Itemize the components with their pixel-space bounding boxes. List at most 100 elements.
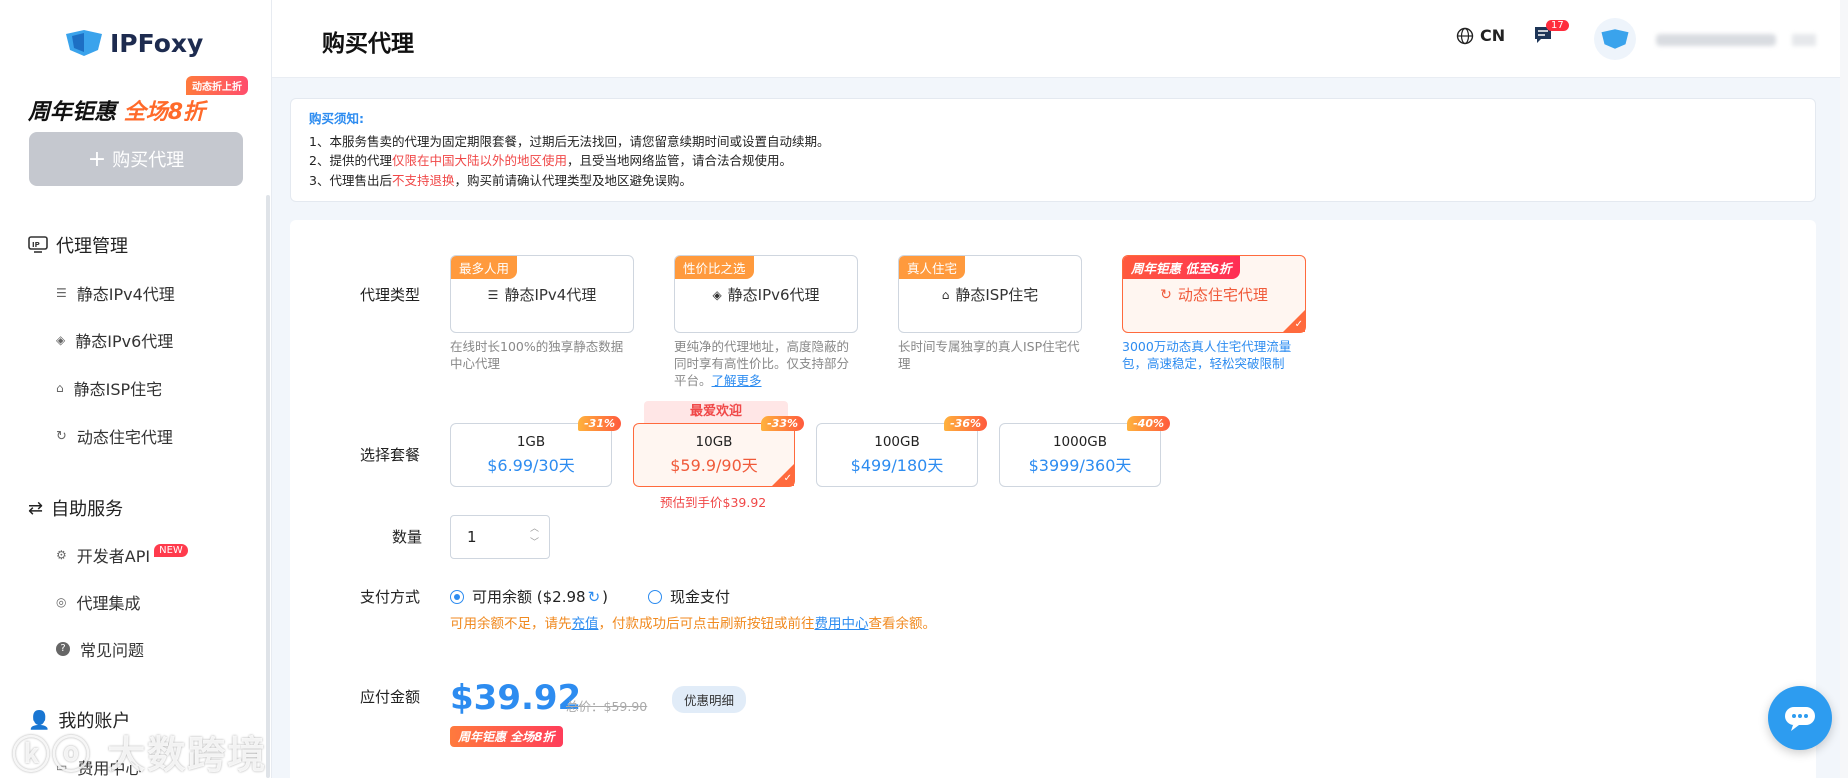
package-size: 1GB (516, 434, 546, 450)
buy-proxy-label: 购买代理 (112, 150, 185, 171)
notice-line-2: 2、提供的代理仅限在中国大陆以外的地区使用，且受当地网络监管，请合法合规使用。 (309, 151, 1797, 171)
pay-balance-radio[interactable]: 可用余额 ($2.98 ↻ ) (450, 586, 608, 607)
question-icon: ? (56, 642, 70, 656)
language-switcher[interactable]: CN (1456, 26, 1505, 45)
type-name: ↻ 动态住宅代理 (1123, 284, 1305, 305)
notice-title: 购买须知: (309, 111, 364, 126)
type-name: ◈ 静态IPv6代理 (675, 284, 857, 305)
api-icon: ⚙ (56, 548, 67, 562)
avatar[interactable] (1594, 18, 1636, 60)
chevron-down-icon[interactable]: ﹀ (530, 536, 539, 550)
sidebar-item-label: 常见问题 (80, 641, 145, 660)
quantity-label: 数量 (392, 528, 423, 546)
sidebar-item-label: 代理集成 (76, 594, 141, 613)
sidebar-item-proxy-integration[interactable]: ◎ 代理集成 (56, 590, 141, 614)
promo-badge: 周年钜惠 全场8折 (450, 726, 563, 747)
package-price: $59.9/90天 (670, 456, 758, 475)
chat-icon (1785, 707, 1815, 731)
svg-text:IP: IP (32, 241, 40, 249)
sidebar-item-dynamic-residential[interactable]: ↻ 动态住宅代理 (56, 424, 173, 448)
quantity-stepper[interactable]: 1 ︿ ﹀ (450, 515, 550, 559)
learn-more-link[interactable]: 了解更多 (712, 373, 762, 388)
package-size: 1000GB (1052, 434, 1108, 450)
nav-group-proxy-management[interactable]: IP 代理管理 (28, 232, 128, 258)
server-icon: ☰ (56, 286, 67, 300)
quantity-value: 1 (467, 528, 477, 546)
radio-checked-icon (450, 589, 464, 604)
package-card-10gb[interactable]: 10GB $59.9/90天 -33% ✓ (633, 416, 804, 487)
original-price: 总价：$59.90 (566, 699, 648, 714)
notice-text: ，且受当地网络监管，请合法合规使用。 (566, 153, 792, 168)
check-icon: ✓ (1294, 319, 1303, 330)
sidebar-item-developer-api[interactable]: ⚙ 开发者API NEW (56, 543, 188, 567)
chevron-up-icon[interactable]: ︿ (530, 522, 539, 536)
sidebar-scrollbar[interactable] (266, 195, 270, 778)
sidebar-item-label: 动态住宅代理 (76, 428, 173, 447)
message-count-badge: 17 (1546, 20, 1569, 31)
topbar: 购买代理 CN 17 (272, 0, 1848, 78)
type-name-text: 动态住宅代理 (1177, 286, 1268, 304)
discount-badge: -40% (1127, 416, 1170, 431)
discount-detail-button[interactable]: 优惠明细 (672, 686, 747, 713)
payment-method-label: 支付方式 (360, 588, 421, 606)
package-card-100gb[interactable]: 100GB $499/180天 -36% (816, 416, 987, 487)
layers-icon: ◈ (56, 333, 66, 347)
username-blurred-extra (1792, 34, 1816, 46)
type-card-static-ipv6[interactable]: 性价比之选 ◈ 静态IPv6代理 (674, 255, 858, 333)
radio-unchecked-icon (648, 589, 662, 604)
package-price: $6.99/30天 (487, 456, 575, 475)
type-desc: 长时间专属独享的真人ISP住宅代理 (898, 339, 1080, 371)
estimated-price: 预估到手价$39.92 (660, 495, 767, 510)
sidebar-item-label: 开发者API (76, 547, 151, 566)
pay-balance-label: 可用余额 ($2.98 (472, 588, 586, 606)
discount-badge: -31% (578, 416, 621, 431)
rotate-icon: ↻ (56, 428, 67, 444)
page-scrollbar[interactable] (1840, 0, 1848, 778)
nav-group-label: 自助服务 (51, 499, 124, 520)
package-size: 10GB (695, 434, 733, 450)
username-blurred[interactable] (1656, 34, 1776, 46)
sidebar-item-faq[interactable]: ? 常见问题 (56, 637, 144, 661)
type-name: ☰ 静态IPv4代理 (451, 284, 633, 305)
package-size: 100GB (874, 434, 920, 450)
promo-banner[interactable]: 动态折上折 周年钜惠 全场8折 (28, 76, 248, 125)
swap-icon: ⇄ (28, 497, 44, 519)
sidebar: IPFoxy 动态折上折 周年钜惠 全场8折 + 购买代理 IP 代理管理 ☰ … (0, 0, 272, 778)
package-price: $499/180天 (850, 456, 944, 475)
globe-icon (1456, 27, 1474, 44)
billing-center-link[interactable]: 费用中心 (815, 616, 869, 632)
fox-logo-icon (66, 30, 102, 56)
type-desc: 在线时长100%的独享静态数据中心代理 (450, 339, 624, 371)
recharge-link[interactable]: 充值 (572, 616, 599, 632)
stepper-arrows[interactable]: ︿ ﹀ (530, 522, 539, 550)
server-icon: ☰ (487, 287, 499, 302)
discount-badge: -33% (761, 416, 804, 431)
refresh-icon[interactable]: ↻ (588, 588, 601, 606)
type-card-static-ipv4[interactable]: 最多人用 ☰ 静态IPv4代理 (450, 255, 634, 333)
watermark: ⓚⓞ 大数跨境 (12, 733, 268, 777)
home-icon: ⌂ (56, 381, 64, 395)
type-card-static-isp[interactable]: 真人住宅 ⌂ 静态ISP住宅 (898, 255, 1082, 333)
buy-proxy-button[interactable]: + 购买代理 (29, 132, 243, 186)
home-icon: ⌂ (941, 287, 950, 302)
language-label: CN (1480, 26, 1506, 45)
package-card-1gb[interactable]: 1GB $6.99/30天 -31% (450, 416, 621, 487)
nav-group-self-service[interactable]: ⇄ 自助服务 (28, 495, 123, 521)
sidebar-item-static-ipv6[interactable]: ◈ 静态IPv6代理 (56, 328, 173, 352)
sidebar-item-label: 静态IPv6代理 (75, 332, 174, 351)
sidebar-item-static-isp[interactable]: ⌂ 静态ISP住宅 (56, 376, 162, 400)
chat-support-button[interactable] (1768, 686, 1832, 750)
type-tag: 性价比之选 (675, 256, 754, 279)
pay-cash-radio[interactable]: 现金支付 (648, 586, 730, 607)
logo[interactable]: IPFoxy (64, 28, 203, 58)
messages-button[interactable]: 17 (1532, 20, 1569, 50)
package-card-1000gb[interactable]: 1000GB $3999/360天 -40% (999, 416, 1170, 487)
type-tag: 最多人用 (451, 256, 518, 279)
hint-text: 可用余额不足，请先 (450, 616, 572, 632)
notice-text: 3、代理售出后 (309, 172, 392, 188)
sidebar-item-static-ipv4[interactable]: ☰ 静态IPv4代理 (56, 281, 175, 305)
type-card-dynamic-residential[interactable]: 周年钜惠 低至6折 ↻ 动态住宅代理 ✓ (1122, 255, 1306, 333)
package-label: 选择套餐 (360, 446, 421, 464)
notice-text: 2、提供的代理 (309, 153, 392, 168)
payable-amount: $39.92 (450, 678, 582, 718)
